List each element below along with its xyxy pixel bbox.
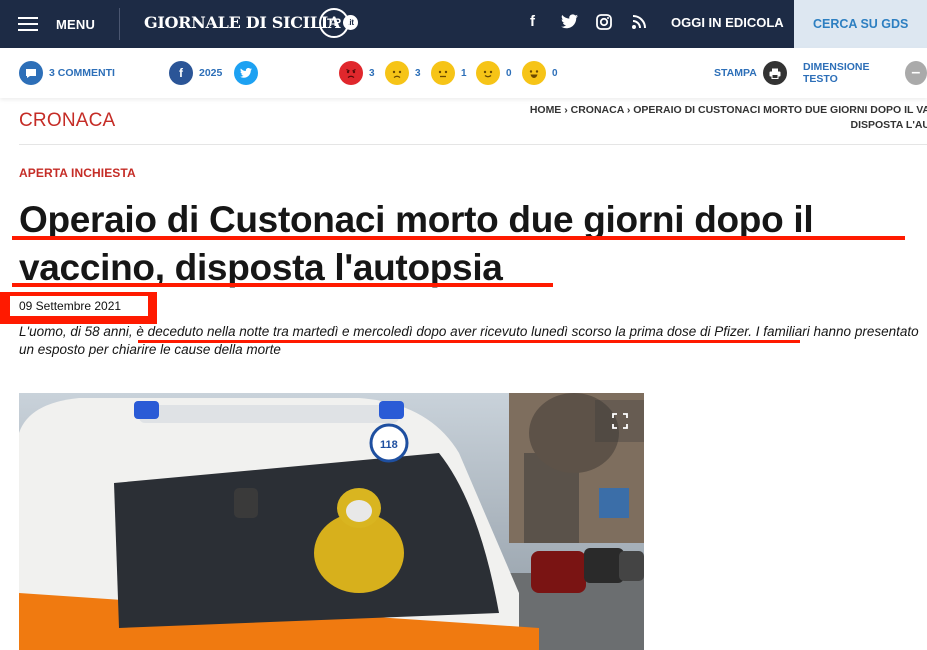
logo-text: GIORNALE DI SICILIA bbox=[144, 13, 341, 32]
article-date: 09 Settembre 2021 bbox=[10, 296, 148, 316]
comments-link[interactable]: 3 COMMENTI bbox=[19, 61, 115, 85]
breadcrumb-line-1[interactable]: HOME › CRONACA › OPERAIO DI CUSTONACI MO… bbox=[530, 104, 927, 116]
print-button[interactable]: STAMPA bbox=[714, 61, 787, 85]
ambulance-photo: 118 bbox=[19, 393, 644, 650]
article-photo[interactable]: 118 bbox=[19, 393, 644, 650]
reaction-count: 3 bbox=[415, 67, 421, 79]
breadcrumb-line-2: DISPOSTA L'AU bbox=[850, 119, 927, 131]
angry-face-icon bbox=[339, 61, 363, 85]
comment-icon bbox=[19, 61, 43, 85]
article-headline: Operaio di Custonaci morto due giorni do… bbox=[19, 199, 814, 288]
reaction-smile[interactable]: 0 bbox=[476, 61, 512, 85]
twitter-share-button[interactable] bbox=[234, 61, 258, 85]
top-navigation-bar: MENU GIORNALE DI SICILIA .it TP f OGGI I… bbox=[0, 0, 927, 48]
article-toolbar: 3 COMMENTI f 2025 3 3 1 0 0 STAMPA DIMEN… bbox=[0, 48, 927, 98]
decrease-text-icon[interactable]: – bbox=[904, 61, 927, 85]
annotation-underline bbox=[138, 340, 800, 343]
expand-icon[interactable] bbox=[595, 400, 644, 442]
breadcrumb: HOME › CRONACA › OPERAIO DI CUSTONACI MO… bbox=[460, 103, 927, 133]
summary-highlighted: è deceduto nella notte tra martedì e mer… bbox=[136, 324, 753, 339]
section-title[interactable]: CRONACA bbox=[19, 110, 115, 132]
neutral-face-icon bbox=[431, 61, 455, 85]
menu-button[interactable]: MENU bbox=[18, 12, 95, 36]
reaction-count: 3 bbox=[369, 67, 375, 79]
article-kicker: APERTA INCHIESTA bbox=[19, 166, 136, 180]
province-badge[interactable]: TP bbox=[319, 8, 349, 38]
reaction-laugh[interactable]: 0 bbox=[522, 61, 558, 85]
reaction-count: 1 bbox=[461, 67, 467, 79]
facebook-share-icon: f bbox=[169, 61, 193, 85]
text-size-control[interactable]: DIMENSIONE TESTO – bbox=[803, 61, 927, 85]
facebook-icon[interactable]: f bbox=[530, 13, 535, 30]
reaction-sad[interactable]: 3 bbox=[385, 61, 421, 85]
rss-icon[interactable] bbox=[632, 15, 646, 33]
cerca-su-gds-button[interactable]: CERCA SU GDS bbox=[794, 0, 927, 48]
facebook-share-button[interactable]: f 2025 bbox=[169, 61, 222, 85]
reaction-count: 0 bbox=[506, 67, 512, 79]
reaction-neutral[interactable]: 1 bbox=[431, 61, 467, 85]
comments-label: 3 COMMENTI bbox=[49, 67, 115, 79]
twitter-icon[interactable] bbox=[561, 14, 578, 33]
oggi-in-edicola-link[interactable]: OGGI IN EDICOLA bbox=[671, 15, 784, 30]
section-divider bbox=[19, 144, 927, 145]
twitter-share-icon bbox=[234, 61, 258, 85]
annotation-underline bbox=[12, 283, 553, 287]
hamburger-icon bbox=[18, 17, 38, 31]
reaction-angry[interactable]: 3 bbox=[339, 61, 375, 85]
summary-part-a: L'uomo, di 58 anni, bbox=[19, 324, 137, 339]
menu-label: MENU bbox=[56, 16, 96, 32]
printer-icon bbox=[762, 61, 787, 85]
divider bbox=[119, 8, 120, 40]
instagram-icon[interactable] bbox=[596, 14, 612, 34]
svg-text:118: 118 bbox=[380, 439, 398, 451]
smile-face-icon bbox=[476, 61, 500, 85]
annotation-underline bbox=[12, 236, 905, 240]
text-size-label: DIMENSIONE TESTO bbox=[803, 61, 870, 85]
laugh-face-icon bbox=[522, 61, 546, 85]
reaction-count: 0 bbox=[552, 67, 558, 79]
sad-face-icon bbox=[385, 61, 409, 85]
print-label: STAMPA bbox=[714, 67, 757, 79]
facebook-share-count: 2025 bbox=[199, 67, 223, 79]
